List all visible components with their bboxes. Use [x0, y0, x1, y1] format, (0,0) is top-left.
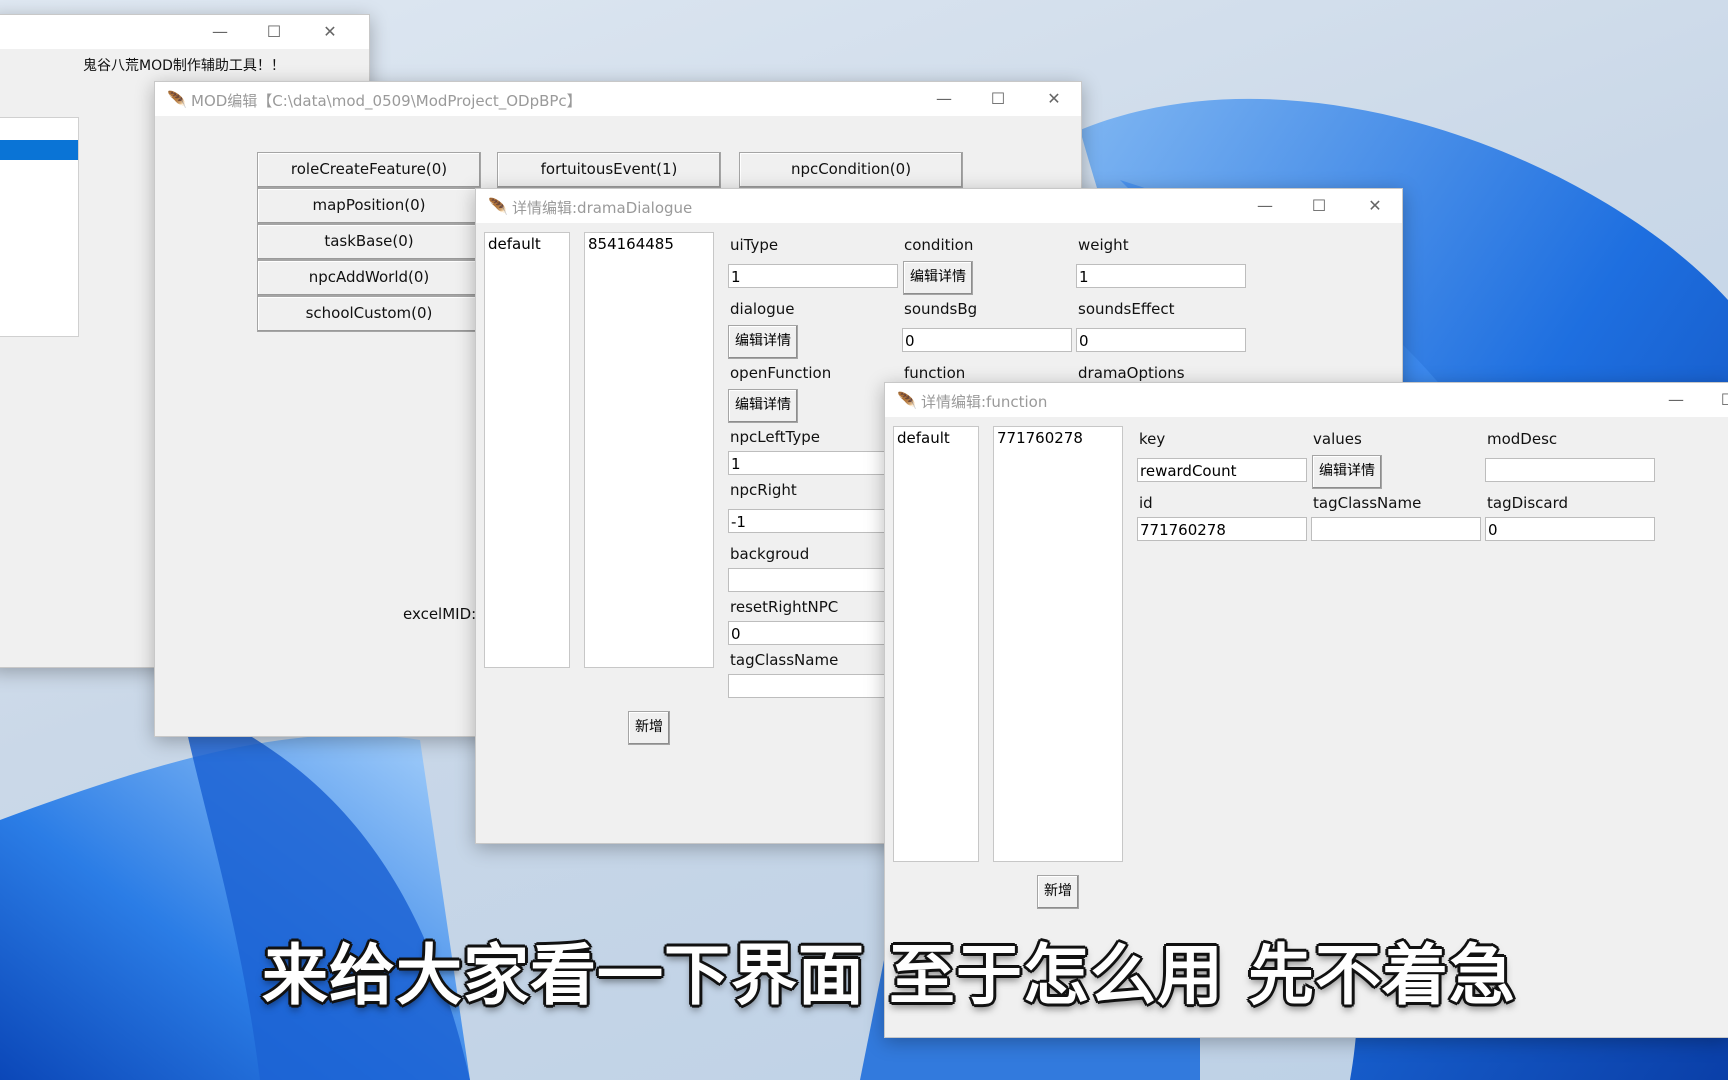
- list-item[interactable]: 854164485: [588, 235, 710, 253]
- list-item[interactable]: default: [897, 429, 975, 447]
- values-edit-button[interactable]: 编辑详情: [1312, 455, 1382, 489]
- fortuitous-event-button[interactable]: fortuitousEvent(1): [497, 152, 721, 188]
- excel-mid-label: excelMID:: [403, 605, 477, 623]
- ui-type-label: uiType: [730, 236, 779, 254]
- function-id-list[interactable]: 771760278: [993, 426, 1123, 862]
- main-header-text: 鬼谷八荒MOD制作辅助工具！！: [83, 58, 285, 74]
- function-add-button[interactable]: 新增: [1037, 875, 1079, 909]
- key-field[interactable]: rewardCount: [1137, 458, 1307, 482]
- close-icon[interactable]: ✕: [1043, 88, 1065, 110]
- mod-desc-label: modDesc: [1487, 430, 1558, 448]
- npc-left-type-field[interactable]: 1: [728, 451, 898, 475]
- map-position-button[interactable]: mapPosition(0): [257, 188, 481, 224]
- sounds-effect-field[interactable]: 0: [1076, 328, 1246, 352]
- main-window-titlebar: — ☐ ✕: [0, 15, 369, 49]
- backgroud-label: backgroud: [730, 545, 810, 563]
- weight-label: weight: [1078, 236, 1129, 254]
- feather-icon: 🪶: [488, 197, 508, 216]
- dialogue-edit-button[interactable]: 编辑详情: [728, 325, 798, 359]
- close-icon[interactable]: ✕: [319, 21, 341, 43]
- npc-left-type-label: npcLeftType: [730, 428, 820, 446]
- mod-window-titlebar: 🪶 MOD编辑【C:\data\mod_0509\ModProject_ODpB…: [155, 82, 1081, 116]
- tag-discard-label: tagDiscard: [1487, 494, 1568, 512]
- backgroud-field[interactable]: [728, 568, 898, 592]
- tag-discard-field[interactable]: 0: [1485, 517, 1655, 541]
- npc-right-field[interactable]: -1: [728, 509, 898, 533]
- sounds-bg-label: soundsBg: [904, 300, 978, 318]
- dialogue-label: dialogue: [730, 300, 795, 318]
- open-function-label: openFunction: [730, 364, 832, 382]
- drama-group-list[interactable]: default: [484, 232, 570, 668]
- minimize-icon[interactable]: —: [209, 21, 231, 43]
- key-label: key: [1139, 430, 1166, 448]
- mod-window-title: MOD编辑【C:\data\mod_0509\ModProject_ODpBPc…: [191, 92, 582, 110]
- weight-field[interactable]: 1: [1076, 264, 1246, 288]
- npc-add-world-button[interactable]: npcAddWorld(0): [257, 260, 481, 296]
- maximize-icon[interactable]: ☐: [987, 88, 1009, 110]
- function-window-titlebar: 🪶 详情编辑:function — ☐: [885, 383, 1728, 417]
- task-base-button[interactable]: taskBase(0): [257, 224, 481, 260]
- function-window-title: 详情编辑:function: [921, 393, 1048, 411]
- function-group-list[interactable]: default: [893, 426, 979, 862]
- values-label: values: [1313, 430, 1362, 448]
- condition-edit-button[interactable]: 编辑详情: [903, 261, 973, 295]
- tag-class-name-label: tagClassName: [730, 651, 839, 669]
- video-subtitle: 来给大家看一下界面 至于怎么用 先不着急: [262, 937, 1516, 1014]
- minimize-icon[interactable]: —: [1665, 389, 1687, 411]
- feather-icon: 🪶: [897, 391, 917, 410]
- ui-type-field[interactable]: 1: [728, 264, 898, 288]
- npc-right-label: npcRight: [730, 481, 797, 499]
- id-field[interactable]: 771760278: [1137, 517, 1307, 541]
- drama-window-title: 详情编辑:dramaDialogue: [512, 199, 693, 217]
- school-custom-button[interactable]: schoolCustom(0): [257, 296, 481, 332]
- mod-list-selected-item[interactable]: [0, 140, 78, 160]
- function-label: function: [904, 364, 966, 382]
- mod-desc-field[interactable]: [1485, 458, 1655, 482]
- drama-id-list[interactable]: 854164485: [584, 232, 714, 668]
- open-function-edit-button[interactable]: 编辑详情: [728, 389, 798, 423]
- maximize-icon[interactable]: ☐: [1717, 389, 1728, 411]
- maximize-icon[interactable]: ☐: [1308, 195, 1330, 217]
- sounds-effect-label: soundsEffect: [1078, 300, 1175, 318]
- feather-icon: 🪶: [167, 90, 187, 109]
- list-item[interactable]: 771760278: [997, 429, 1119, 447]
- list-item[interactable]: default: [488, 235, 566, 253]
- close-icon[interactable]: ✕: [1364, 195, 1386, 217]
- sounds-bg-field[interactable]: 0: [902, 328, 1072, 352]
- tag-class-name-field[interactable]: [1311, 517, 1481, 541]
- npc-condition-button[interactable]: npcCondition(0): [739, 152, 963, 188]
- reset-right-npc-field[interactable]: 0: [728, 621, 898, 645]
- id-label: id: [1139, 494, 1153, 512]
- drama-options-label: dramaOptions: [1078, 364, 1185, 382]
- reset-right-npc-label: resetRightNPC: [730, 598, 839, 616]
- mod-list[interactable]: [0, 117, 79, 337]
- tag-class-name-field[interactable]: [728, 674, 898, 698]
- tag-class-name-label: tagClassName: [1313, 494, 1422, 512]
- maximize-icon[interactable]: ☐: [263, 21, 285, 43]
- minimize-icon[interactable]: —: [933, 88, 955, 110]
- condition-label: condition: [904, 236, 974, 254]
- drama-add-button[interactable]: 新增: [628, 711, 670, 745]
- minimize-icon[interactable]: —: [1254, 195, 1276, 217]
- drama-window-titlebar: 🪶 详情编辑:dramaDialogue — ☐ ✕: [476, 189, 1402, 223]
- role-create-feature-button[interactable]: roleCreateFeature(0): [257, 152, 481, 188]
